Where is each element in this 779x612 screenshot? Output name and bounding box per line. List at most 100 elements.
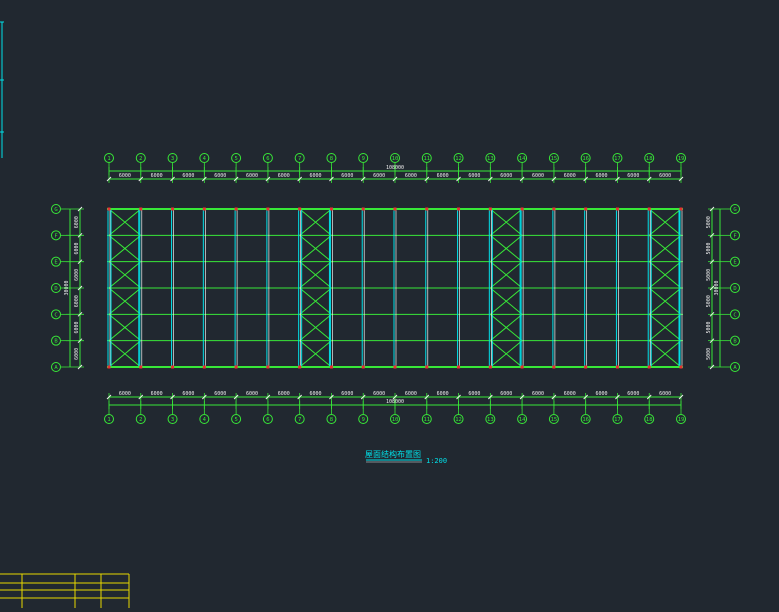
dimension-label: 6000 xyxy=(659,391,671,397)
grid-axis-bottom-label: 12 xyxy=(455,417,462,423)
column-node xyxy=(234,207,238,211)
column-node xyxy=(298,207,302,211)
cad-viewport[interactable]: 6000 6000 6000 6000 6000 6000 6000 6000 6000 6000… xyxy=(0,0,779,608)
dimension-label: 6000 xyxy=(373,391,385,397)
dimension-label: 6000 xyxy=(341,173,353,179)
grid-axis-left-label: A xyxy=(54,365,58,371)
grid-axis-bottom-label: 9 xyxy=(362,417,365,423)
grid-axis-bottom-label: 14 xyxy=(519,417,526,423)
grid-axis-right-label: D xyxy=(733,286,736,292)
grid-axis-top-label: 15 xyxy=(551,156,558,162)
grid-axis-top-label: 19 xyxy=(678,156,685,162)
grid-axis-top-label: 9 xyxy=(362,156,365,162)
dimension-label: 6000 xyxy=(627,391,639,397)
dimension-label: 6000 xyxy=(468,173,480,179)
column-node xyxy=(488,207,492,211)
dimension-label: 6000 xyxy=(564,391,576,397)
column-node xyxy=(457,365,461,369)
grid-axis-left-label: G xyxy=(54,207,57,213)
dimension-label: 6000 xyxy=(74,242,80,254)
roof-structure-plan xyxy=(107,207,683,369)
grid-axis-top-label: 3 xyxy=(171,156,174,162)
dimension-label: 6000 xyxy=(278,391,290,397)
dimension-label: 5000 xyxy=(706,269,712,281)
column-node xyxy=(361,207,365,211)
column-node xyxy=(107,365,111,369)
column-node xyxy=(139,207,143,211)
grid-axis-top-label: 2 xyxy=(139,156,142,162)
dimension-label: 6000 xyxy=(278,173,290,179)
column-node xyxy=(552,365,556,369)
column-node xyxy=(520,365,524,369)
column-node xyxy=(298,365,302,369)
grid-axis-top-label: 6 xyxy=(266,156,269,162)
grid-axis-bottom-label: 6 xyxy=(266,417,269,423)
column-node xyxy=(647,365,651,369)
grid-axis-bottom-label: 10 xyxy=(392,417,399,423)
grid-axis-top-label: 17 xyxy=(614,156,621,162)
drawing-scale-text: 1:200 xyxy=(426,457,447,465)
grid-axis-top-label: 13 xyxy=(487,156,494,162)
column-node xyxy=(425,365,429,369)
dimension-label: 6000 xyxy=(246,391,258,397)
column-node xyxy=(647,207,651,211)
dimension-label: 6000 xyxy=(151,391,163,397)
grid-axis-left-label: F xyxy=(54,233,57,239)
grid-axis-bottom-label: 4 xyxy=(203,417,207,423)
grid-axis-right-label: A xyxy=(733,365,737,371)
dimension-label: 5000 xyxy=(706,321,712,333)
dimension-label: 6000 xyxy=(405,173,417,179)
grid-axis-bottom-label: 13 xyxy=(487,417,494,423)
column-node xyxy=(552,207,556,211)
sheet-left-edge xyxy=(0,21,4,158)
grid-axis-right-label: E xyxy=(733,260,736,266)
column-node xyxy=(457,207,461,211)
grid-axis-right-label: F xyxy=(733,233,736,239)
column-node xyxy=(266,207,270,211)
grid-axis-left-label: D xyxy=(54,286,57,292)
column-node xyxy=(234,365,238,369)
grid-axis-bottom-label: 8 xyxy=(330,417,333,423)
grid-axis-bottom-label: 1 xyxy=(107,417,110,423)
dimension-label: 5000 xyxy=(706,242,712,254)
total-width-label: 30000 xyxy=(714,280,720,295)
dimension-label: 6000 xyxy=(214,391,226,397)
grid-axis-top-label: 16 xyxy=(582,156,589,162)
grid-axis-bottom-label: 17 xyxy=(614,417,621,423)
grid-axis-top-label: 11 xyxy=(423,156,430,162)
dimension-label: 6000 xyxy=(74,216,80,228)
dimension-label: 6000 xyxy=(373,173,385,179)
dimension-label: 6000 xyxy=(74,295,80,307)
grid-axis-right-label: C xyxy=(733,312,736,318)
column-node xyxy=(329,207,333,211)
column-node xyxy=(393,207,397,211)
grid-axis-top-label: 8 xyxy=(330,156,333,162)
grid-axis-top-label: 7 xyxy=(298,156,301,162)
grid-axis-bottom-label: 18 xyxy=(646,417,653,423)
column-node xyxy=(171,365,175,369)
grid-axis-bottom-label: 16 xyxy=(582,417,589,423)
dimension-label: 6000 xyxy=(564,173,576,179)
column-node xyxy=(107,207,111,211)
dimension-label: 6000 xyxy=(182,391,194,397)
dimension-label: 6000 xyxy=(596,173,608,179)
grid-axis-bottom-label: 19 xyxy=(678,417,685,423)
column-node xyxy=(615,207,619,211)
grid-axis-top-label: 14 xyxy=(519,156,526,162)
dimension-label: 6000 xyxy=(74,321,80,333)
grid-axis-top-label: 1 xyxy=(107,156,110,162)
grid-axis-bottom-label: 11 xyxy=(423,417,430,423)
dimension-label: 6000 xyxy=(500,391,512,397)
dimension-label: 5000 xyxy=(706,348,712,360)
column-node xyxy=(520,207,524,211)
dimension-label: 6000 xyxy=(437,391,449,397)
dimension-label: 5000 xyxy=(706,216,712,228)
drawing-title: 屋面结构布置图 1:200 xyxy=(365,449,447,465)
column-node xyxy=(584,365,588,369)
grid-axis-left-label: C xyxy=(54,312,57,318)
column-node xyxy=(679,207,683,211)
grid-axis-right-label: G xyxy=(733,207,736,213)
dimension-label: 6000 xyxy=(341,391,353,397)
grid-axis-top-label: 4 xyxy=(203,156,207,162)
dimension-label: 6000 xyxy=(182,173,194,179)
